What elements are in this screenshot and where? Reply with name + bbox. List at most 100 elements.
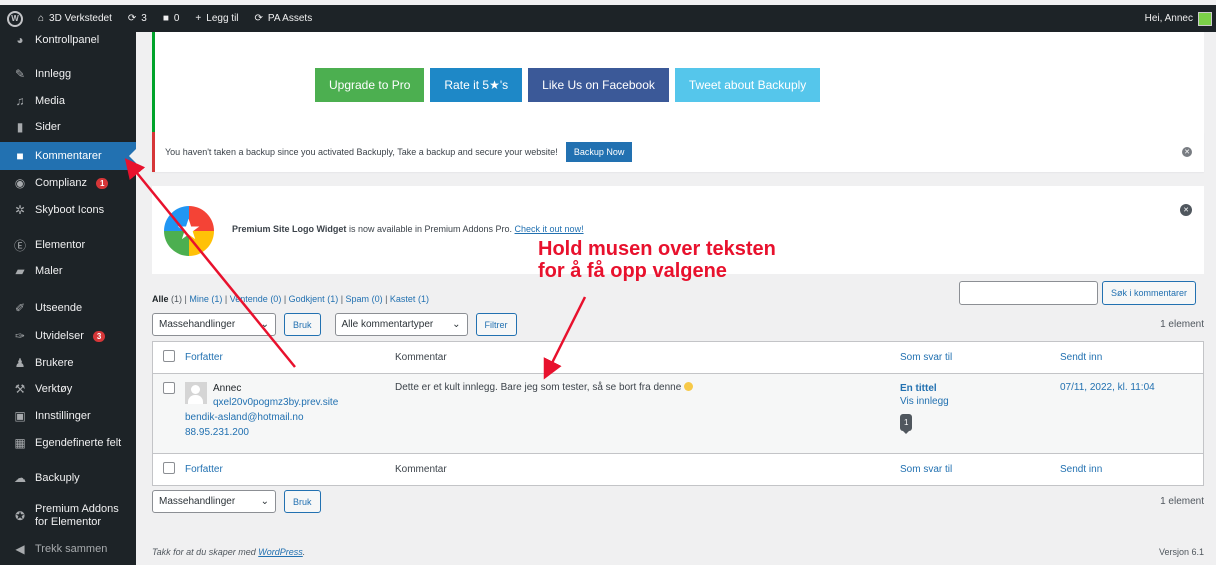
response-post-link[interactable]: En tittel (900, 383, 937, 394)
sidebar-item-premium-addons[interactable]: ✪ Premium Addons for Elementor (0, 498, 136, 534)
filter-spam[interactable]: Spam (0) (346, 294, 383, 304)
tweet-button[interactable]: Tweet about Backuply (674, 68, 821, 102)
comment-status-filters: Alle (1) | Mine (1) | Ventende (0) | God… (152, 294, 429, 304)
upgrade-to-pro-button[interactable]: Upgrade to Pro (315, 68, 425, 102)
media-icon: ♫ (15, 94, 25, 108)
dismiss-icon[interactable]: ✕ (1182, 147, 1192, 157)
sidebar-item-innstillinger[interactable]: ▣ Innstillinger (0, 402, 136, 430)
gear-icon: ✲ (14, 203, 26, 217)
sidebar-item-maler[interactable]: ▰ Maler (0, 257, 136, 285)
chevron-down-icon: ⌄ (260, 319, 269, 330)
dismiss-icon[interactable]: ✕ (1180, 204, 1192, 216)
tablenav-top: Massehandlinger ⌄ Bruk Alle kommentartype… (152, 313, 1204, 336)
select-all-checkbox[interactable] (163, 462, 175, 474)
main-content: Upgrade to Pro Rate it 5★'s Like Us on F… (152, 32, 1204, 565)
apply-button[interactable]: Bruk (284, 490, 321, 513)
facebook-like-button[interactable]: Like Us on Facebook (528, 68, 669, 102)
item-count: 1 element (1160, 319, 1204, 330)
rate-button[interactable]: Rate it 5★'s (430, 68, 523, 102)
comment-text[interactable]: Dette er et kult innlegg. Bare jeg som t… (395, 382, 681, 393)
comment-date-link[interactable]: 07/11, 2022, kl. 11:04 (1060, 382, 1155, 393)
sidebar-item-complianz[interactable]: ◉ Complianz 1 (0, 169, 136, 197)
comment-count-bubble[interactable]: 1 (900, 414, 913, 434)
update-badge: 1 (95, 177, 109, 189)
sidebar-item-utseende[interactable]: ✐ Utseende (0, 294, 136, 322)
plugin-icon: ✑ (14, 329, 26, 343)
grid-icon: ▦ (14, 436, 26, 450)
home-icon: ⌂ (38, 13, 45, 24)
collapse-menu-button[interactable]: ◀ Trekk sammen (0, 535, 136, 563)
star-icon: ✪ (14, 509, 26, 523)
users-icon: ♟ (14, 356, 26, 370)
sidebar-item-innlegg[interactable]: ✎ Innlegg (0, 60, 136, 88)
sort-response-link[interactable]: Som svar til (900, 352, 952, 363)
sidebar-item-backuply[interactable]: ☁ Backuply (0, 464, 136, 492)
brush-icon: ✐ (14, 301, 26, 315)
sidebar-item-kontrollpanel[interactable]: ◕ Kontrollpanel (0, 26, 136, 54)
bulk-actions-select[interactable]: Massehandlinger ⌄ (152, 490, 276, 513)
annotation-text: Hold musen over teksten for å få opp val… (538, 238, 776, 282)
sidebar-item-utvidelser[interactable]: ✑ Utvidelser 3 (0, 322, 136, 350)
view-post-link[interactable]: Vis innlegg (900, 396, 949, 407)
table-footer-row: Forfatter Kommentar Som svar til Sendt i… (152, 453, 1204, 486)
sidebar-item-egendefinerte-felt[interactable]: ▦ Egendefinerte felt (0, 429, 136, 457)
chevron-down-icon: ⌄ (260, 496, 269, 507)
table-row: Annec qxel20v0pogmz3by.prev.site bendik-… (152, 373, 1204, 454)
sort-date-link[interactable]: Sendt inn (1060, 464, 1102, 475)
backup-now-button[interactable]: Backup Now (565, 142, 633, 162)
footer-thanks: Takk for at du skaper med WordPress. (152, 547, 306, 557)
author-site-link[interactable]: qxel20v0pogmz3by.prev.site (213, 397, 338, 408)
row-checkbox[interactable] (163, 382, 175, 394)
elementor-icon: Ⓔ (13, 238, 26, 253)
plus-icon: + (195, 13, 202, 24)
avatar (1198, 11, 1212, 26)
dashboard-icon: ◕ (16, 33, 24, 47)
sort-author-link[interactable]: Forfatter (185, 464, 223, 475)
search-comments-button[interactable]: Søk i kommentarer (1102, 281, 1197, 305)
author-ip-link[interactable]: 88.95.231.200 (185, 427, 249, 438)
comment-type-select[interactable]: Alle kommentartyper ⌄ (334, 313, 468, 336)
bulk-actions-select[interactable]: Massehandlinger ⌄ (152, 313, 276, 336)
refresh-icon: ⟳ (127, 13, 137, 24)
sidebar-item-brukere[interactable]: ♟ Brukere (0, 349, 136, 377)
comments-link[interactable]: ■ 0 (155, 5, 188, 32)
wrench-icon: ⚒ (14, 382, 26, 396)
filter-trash[interactable]: Kastet (1) (390, 294, 429, 304)
comment-column-header: Kommentar (385, 341, 890, 374)
sidebar-item-elementor[interactable]: Ⓔ Elementor (0, 231, 136, 259)
chevron-down-icon: ⌄ (452, 319, 461, 330)
complianz-icon: ◉ (14, 176, 26, 190)
author-email-link[interactable]: bendik-asland@hotmail.no (185, 412, 304, 423)
filter-all[interactable]: Alle (152, 294, 169, 304)
sidebar-item-media[interactable]: ♫ Media (0, 87, 136, 115)
item-count: 1 element (1160, 496, 1204, 507)
filter-pending[interactable]: Ventende (0) (230, 294, 282, 304)
settings-icon: ▣ (14, 409, 26, 423)
pa-assets-link[interactable]: ⟳ PA Assets (247, 5, 321, 32)
collapse-icon: ◀ (15, 542, 25, 556)
select-all-checkbox[interactable] (163, 350, 175, 362)
admin-bar: W ⌂ 3D Verkstedet ⟳ 3 ■ 0 + Legg til ⟳ PA Ass… (0, 5, 1216, 32)
sidebar-item-sider[interactable]: ▮ Sider (0, 113, 136, 141)
apply-button[interactable]: Bruk (284, 313, 321, 336)
filter-button[interactable]: Filtrer (475, 313, 517, 336)
sidebar-item-kommentarer[interactable]: ■ Kommentarer (0, 142, 136, 170)
sort-author-link[interactable]: Forfatter (185, 352, 223, 363)
smiley-icon (684, 382, 694, 391)
pa-icon: ⟳ (254, 13, 263, 24)
check-it-out-link[interactable]: Check it out now! (515, 224, 584, 234)
pages-icon: ▮ (16, 120, 24, 134)
sort-date-link[interactable]: Sendt inn (1060, 352, 1102, 363)
table-header-row: Forfatter Kommentar Som svar til Sendt i… (152, 341, 1204, 374)
sidebar-item-verktoy[interactable]: ⚒ Verktøy (0, 375, 136, 403)
filter-mine[interactable]: Mine (1) (189, 294, 222, 304)
wordpress-link[interactable]: WordPress (258, 547, 303, 557)
tablenav-bottom: Massehandlinger ⌄ Bruk 1 element (152, 490, 1204, 513)
my-account-link[interactable]: Hei, Annec (1137, 5, 1216, 32)
sidebar-item-skyboot-icons[interactable]: ✲ Skyboot Icons (0, 196, 136, 224)
premium-addons-logo (164, 206, 214, 256)
filter-approved[interactable]: Godkjent (1) (289, 294, 339, 304)
search-input[interactable] (959, 281, 1098, 305)
new-content-link[interactable]: + Legg til (187, 5, 246, 32)
sort-response-link[interactable]: Som svar til (900, 464, 952, 475)
